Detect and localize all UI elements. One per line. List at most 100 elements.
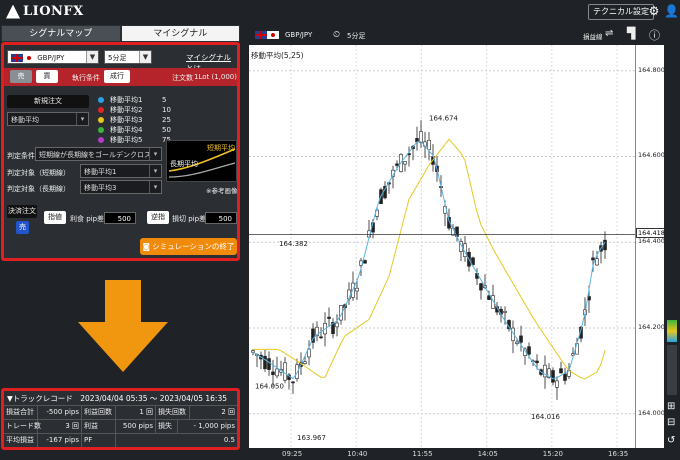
short-target-label: 判定対象（短期線） [7,169,70,177]
draw-tool-icon[interactable]: ⇌ [605,28,613,39]
chart-interval[interactable]: 5分足 [347,31,365,41]
chevron-down-icon: ▼ [86,51,98,63]
end-simulation-label: シミュレーションの終了 [152,242,235,251]
y-tick-label: 164.600 [638,151,665,160]
logo-text: LIONFX [23,4,84,19]
end-simulation-button[interactable]: ◙ シミュレーションの終了 [140,238,237,255]
buy-button[interactable]: 買 [36,70,58,83]
judge-condition-label: 短期線が長期線をゴールデンクロス [39,151,151,159]
tab-my-signal[interactable]: マイシグナル [120,25,240,42]
x-tick-label: 11:55 [412,450,433,458]
exec-label: 執行条件 [72,74,100,82]
short-target-value: 移動平均1 [84,168,117,176]
table-cell: 0.5 [223,436,235,444]
stop-loss-label: 損切 pip差 [172,215,207,223]
candle-body [395,163,399,166]
candle-body [271,371,275,375]
list-item: 移動平均575 [98,135,171,145]
take-profit-button[interactable]: 指値 [44,211,66,224]
stop-loss-input[interactable]: 500 [205,212,237,224]
ma-period: 5 [162,96,167,104]
track-record-table: 損益合計 -500 pips 利益回数 1 回 損失回数 2 回 トレード数 3… [4,405,237,447]
right-toolbar: ⊞ ⊟ ↺ [664,45,680,460]
long-target-select[interactable]: 移動平均3 ▾ [80,180,162,194]
price-annotation: 163.967 [297,434,326,442]
y-tick-label: 164.000 [638,408,665,417]
zoom-slider[interactable] [667,345,677,395]
table-cell: 3 回 [38,420,82,433]
chart-svg: 164.674 164.382 164.050 163.967 164.016 [249,45,635,448]
gear-icon[interactable]: ⚙ [647,4,661,18]
candle-body [535,360,539,364]
table-row: トレード数 3 回 利益 500 pips 損失 - 1,000 pips [4,419,237,433]
short-target-select[interactable]: 移動平均1 ▾ [80,164,162,178]
track-record-title: ▼トラックレコード 2023/04/04 05:35 ～ 2023/04/05 … [7,394,227,403]
chevron-down-icon: ▼ [139,51,151,63]
table-cell: 2 回 [221,408,235,416]
user-icon[interactable]: 👤 [664,4,679,18]
order-qty-value: 1Lot (1,000) [194,73,237,81]
chevron-down-icon: ▾ [149,181,161,193]
table-cell: 1 回 [116,406,156,419]
candle-body [563,373,567,381]
track-record-panel: ▼トラックレコード 2023/04/04 05:35 ～ 2023/04/05 … [1,388,240,450]
ref-long-label: 長期平均 [170,160,198,168]
table-row: 平均損益 -167 pips PF 0.5 [4,433,237,447]
list-item: 移動平均3 25 [98,115,171,125]
chevron-down-icon: ▾ [149,148,161,160]
current-price-label: 164.418 [636,228,667,239]
judge-condition-select[interactable]: 短期線が長期線をゴールデンクロス ▾ [35,147,162,161]
tab-signal-map[interactable]: シグナルマップ [1,25,121,42]
exec-market-button[interactable]: 成行 [104,70,130,83]
pair-select-label: GBP/JPY [37,54,65,62]
chart-pair[interactable]: GBP/JPY [285,31,312,39]
x-tick-label: 10:40 [347,450,368,458]
stop-loss-button[interactable]: 逆指 [147,211,169,224]
long-target-value: 移動平均3 [84,184,117,192]
y-tick-label: 164.200 [638,322,665,331]
paint-roller-icon[interactable]: ▜ [627,27,635,40]
remove-chart-icon[interactable]: ⊟ [667,417,675,428]
table-cell: 損益合計 [4,406,38,419]
y-axis: 164.800 164.600 164.400 164.200 164.000 164.4… [635,45,667,448]
x-axis: 09:25 10:40 11:55 14:05 15:20 16:35 [249,448,635,460]
down-arrow-icon [78,280,168,372]
pair-select[interactable]: GBP/JPY ▼ [7,50,99,64]
sell-button[interactable]: 売 [10,70,32,83]
interval-select[interactable]: 5分足 ▼ [104,50,152,64]
info-icon[interactable]: ⓘ [649,27,660,43]
clock-icon: ⏲ [333,30,341,40]
indicator-select[interactable]: 移動平均 ▾ [7,112,89,126]
add-chart-icon[interactable]: ⊞ [667,401,675,412]
table-cell: トレード数 [4,420,41,433]
candle-body [515,341,519,344]
table-cell: 損失回数 [156,406,190,419]
ref-note: ※参考画像 [206,187,238,195]
candle-body [251,350,255,353]
technical-settings-button[interactable]: テクニカル設定 [588,4,654,20]
color-bar-icon[interactable] [667,320,677,342]
ma-period: 25 [162,116,171,124]
table-cell: 損失 [156,420,178,433]
candle-body [519,335,523,343]
take-profit-input[interactable]: 500 [104,212,136,224]
indicator-label: 移動平均(5,25) [251,51,304,60]
candle-body [283,362,287,381]
signal-tabs: シグナルマップ マイシグナル [1,25,240,42]
table-cell: -500 pips [38,406,82,419]
table-cell: 利益 [82,420,116,433]
price-chart[interactable]: 164.674 164.382 164.050 163.967 164.016 移動平均… [249,45,635,448]
table-cell: 利益回数 [82,406,116,419]
settle-sell-badge: 売 [16,221,29,234]
candle-body [275,368,279,377]
uk-flag-icon [255,30,267,39]
candle-body [263,356,267,370]
candle-body [551,370,555,383]
ma-name: 移動平均2 [110,106,143,114]
signal-config-panel: GBP/JPY ▼ 5分足 ▼ マイシグナルとは 売 買 執行条件 成行 注文数… [1,42,240,261]
ma1-color-dot [98,97,104,103]
table-cell: - 1,000 pips [193,422,236,430]
price-annotation: 164.674 [429,115,458,123]
reset-icon[interactable]: ↺ [667,435,675,446]
top-bar: LIONFX テクニカル設定 ⚙ 👤 [0,0,680,24]
